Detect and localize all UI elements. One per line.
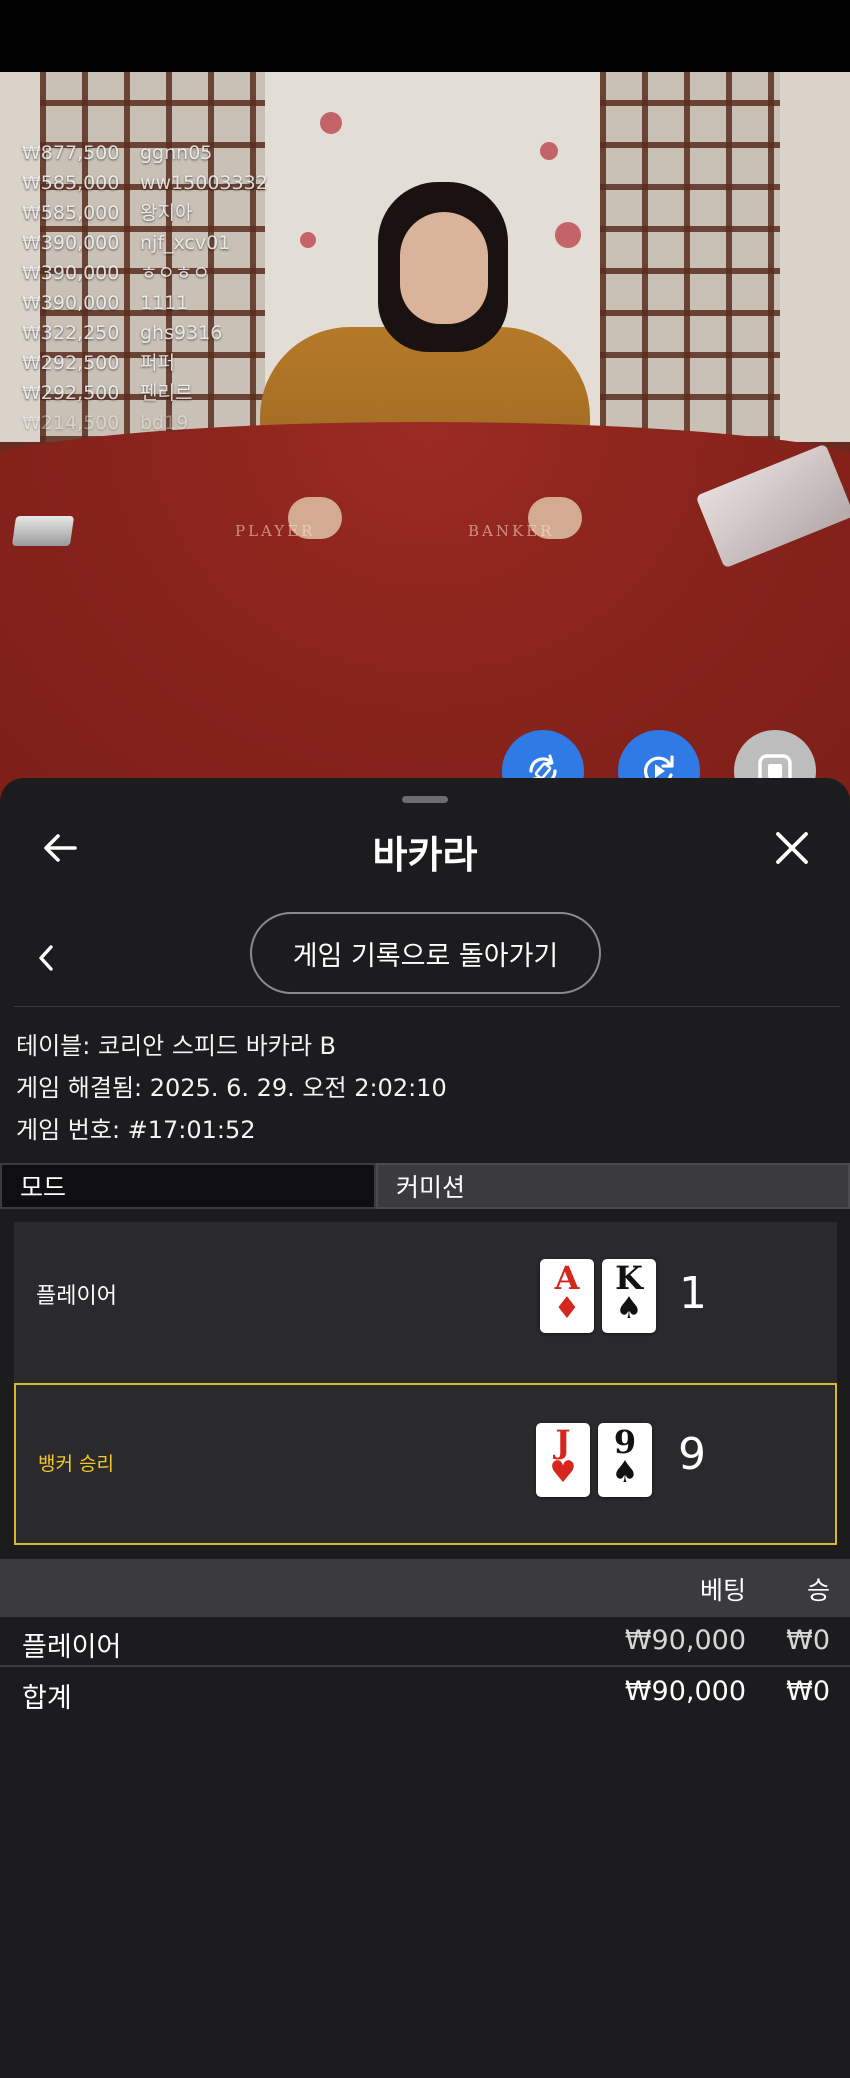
win-column-header: 승 <box>806 1576 830 1605</box>
felt-banker-text: BANKER <box>468 522 555 540</box>
player-score: 1 <box>679 1268 707 1319</box>
divider <box>14 1006 840 1007</box>
banker-score: 9 <box>678 1429 706 1480</box>
diamond-suit-icon: ♦ <box>553 1291 581 1326</box>
chevron-left-icon <box>39 945 53 971</box>
banker-hand: 뱅커 승리 J ♥ 9 ♠ 9 <box>14 1383 837 1545</box>
tab-mode[interactable]: 모드 <box>0 1163 376 1209</box>
spade-suit-icon: ♠ <box>615 1291 643 1326</box>
winner-amount: ₩585,000 <box>22 202 120 224</box>
total-row: 합계 ₩90,000 ₩0 <box>0 1668 850 1716</box>
winner-row: ₩292,500 퍼퍼 <box>22 348 268 378</box>
blossom <box>555 222 581 248</box>
total-bet-amount: ₩90,000 <box>624 1676 746 1707</box>
winner-row: ₩585,000 왕지아 <box>22 198 268 228</box>
felt-player-text: PLAYER <box>235 522 316 540</box>
bets-table-header: 베팅 승 <box>0 1559 850 1617</box>
playing-card: J ♥ <box>536 1423 590 1497</box>
resolved-time: 게임 해결됨: 2025. 6. 29. 오전 2:02:10 <box>16 1074 447 1102</box>
winner-user: ww15003332 <box>140 172 268 194</box>
tab-commission[interactable]: 커미션 <box>376 1163 850 1209</box>
heart-suit-icon: ♥ <box>549 1455 577 1490</box>
winner-user: 1111 <box>140 292 189 314</box>
winner-user: 펜리르 <box>140 382 193 404</box>
winner-row: ₩390,000 njf_xcv01 <box>22 228 268 258</box>
discard-tray <box>11 516 75 546</box>
player-hand: 플레이어 A ♦ K ♠ 1 <box>14 1222 837 1384</box>
playing-card: K ♠ <box>602 1259 656 1333</box>
status-bar <box>0 0 850 72</box>
sheet-header: 바카라 <box>0 808 850 890</box>
winner-user: 왕지아 <box>140 202 193 224</box>
bet-row: 플레이어 ₩90,000 ₩0 <box>0 1617 850 1665</box>
table-name: 테이블: 코리안 스피드 바카라 B <box>16 1032 337 1060</box>
winner-user: 퍼퍼 <box>140 352 175 374</box>
blossom <box>320 112 342 134</box>
winner-row: ₩292,500 펜리르 <box>22 378 268 408</box>
close-button[interactable] <box>768 824 816 872</box>
divider <box>0 1665 850 1667</box>
winner-row: ₩390,000 1111 <box>22 288 268 318</box>
chevron-left-button[interactable] <box>26 934 66 982</box>
bet-row-win: ₩0 <box>786 1625 830 1656</box>
table-felt <box>0 422 850 812</box>
winner-row: ₩390,000 ㅎㅇㅎㅇ <box>22 258 268 288</box>
winner-user: ㅎㅇㅎㅇ <box>140 262 210 284</box>
blossom <box>300 232 316 248</box>
blossom <box>540 142 558 160</box>
banker-win-label: 뱅커 승리 <box>38 1453 114 1475</box>
winner-amount: ₩214,500 <box>22 412 120 434</box>
winner-user: ggnn05 <box>140 142 213 164</box>
history-nav: 게임 기록으로 돌아가기 <box>0 912 850 1002</box>
winner-amount: ₩292,500 <box>22 382 120 404</box>
winner-amount: ₩390,000 <box>22 232 120 254</box>
drag-handle[interactable] <box>402 796 448 803</box>
winner-amount: ₩877,500 <box>22 142 120 164</box>
dealer-face <box>400 212 488 324</box>
winner-amount: ₩390,000 <box>22 262 120 284</box>
winner-user: bd19 <box>140 412 189 434</box>
close-icon <box>776 832 808 864</box>
winner-row: ₩877,500 ggnn05 <box>22 138 268 168</box>
winner-user: njf_xcv01 <box>140 232 231 254</box>
game-number: 게임 번호: #17:01:52 <box>16 1116 256 1144</box>
spade-suit-icon: ♠ <box>611 1455 639 1490</box>
winner-amount: ₩585,000 <box>22 172 120 194</box>
winner-row: ₩214,500 bd19 <box>22 408 268 438</box>
winner-user: ghs9316 <box>140 322 223 344</box>
lattice-screen-right <box>600 72 780 442</box>
playing-card: 9 ♠ <box>598 1423 652 1497</box>
back-to-history-button[interactable]: 게임 기록으로 돌아가기 <box>250 912 601 994</box>
winner-row: ₩322,250 ghs9316 <box>22 318 268 348</box>
winners-list: ₩877,500 ggnn05 ₩585,000 ww15003332 ₩585,0… <box>22 138 268 438</box>
total-win-amount: ₩0 <box>786 1676 830 1707</box>
winner-amount: ₩390,000 <box>22 292 120 314</box>
total-label: 합계 <box>22 1683 72 1714</box>
winner-row: ₩585,000 ww15003332 <box>22 168 268 198</box>
sheet-title: 바카라 <box>372 833 478 877</box>
playing-card: A ♦ <box>540 1259 594 1333</box>
winner-amount: ₩292,500 <box>22 352 120 374</box>
bet-row-name: 플레이어 <box>22 1632 122 1663</box>
winner-amount: ₩322,250 <box>22 322 120 344</box>
bet-row-amount: ₩90,000 <box>624 1625 746 1656</box>
bet-column-header: 베팅 <box>699 1576 746 1605</box>
mode-commission-bar: 모드 커미션 <box>0 1163 850 1209</box>
player-hand-label: 플레이어 <box>36 1284 117 1309</box>
